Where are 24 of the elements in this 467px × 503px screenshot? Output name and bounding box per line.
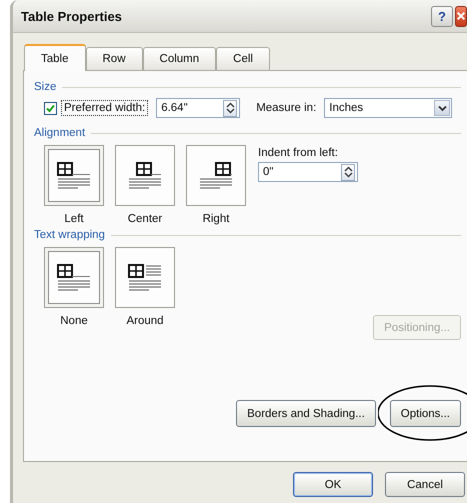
measure-dropdown[interactable]: Inches — [324, 98, 452, 118]
tab[interactable]: Row — [86, 47, 143, 70]
option-label: None — [60, 315, 88, 327]
option-label: Right — [202, 213, 230, 225]
width-field[interactable]: 6.64" — [156, 98, 240, 118]
option-label: Left — [64, 213, 84, 225]
checkbox-label: Preferred width: — [61, 100, 148, 116]
dialog-button[interactable]: Borders and Shading... — [236, 400, 376, 427]
option-label: Around — [126, 315, 164, 327]
tab[interactable]: Table — [24, 44, 86, 71]
section-heading: Size — [34, 81, 56, 93]
window-title: Table Properties — [21, 8, 122, 24]
dialog-button[interactable]: Options... — [390, 400, 461, 427]
tab[interactable]: Column — [142, 47, 216, 70]
dialog-button[interactable]: OK — [293, 472, 373, 497]
dialog-button[interactable]: Cancel — [385, 472, 465, 497]
field-label: Indent from left: — [258, 147, 339, 159]
section-heading: Text wrapping — [34, 229, 105, 241]
field-label: Measure in: — [256, 102, 316, 114]
option-label: Center — [128, 213, 162, 225]
indent-field[interactable]: 0" — [258, 162, 358, 182]
tab[interactable]: Cell — [216, 47, 270, 70]
section-heading: Alignment — [34, 127, 86, 139]
help-button[interactable]: ? — [431, 6, 453, 26]
